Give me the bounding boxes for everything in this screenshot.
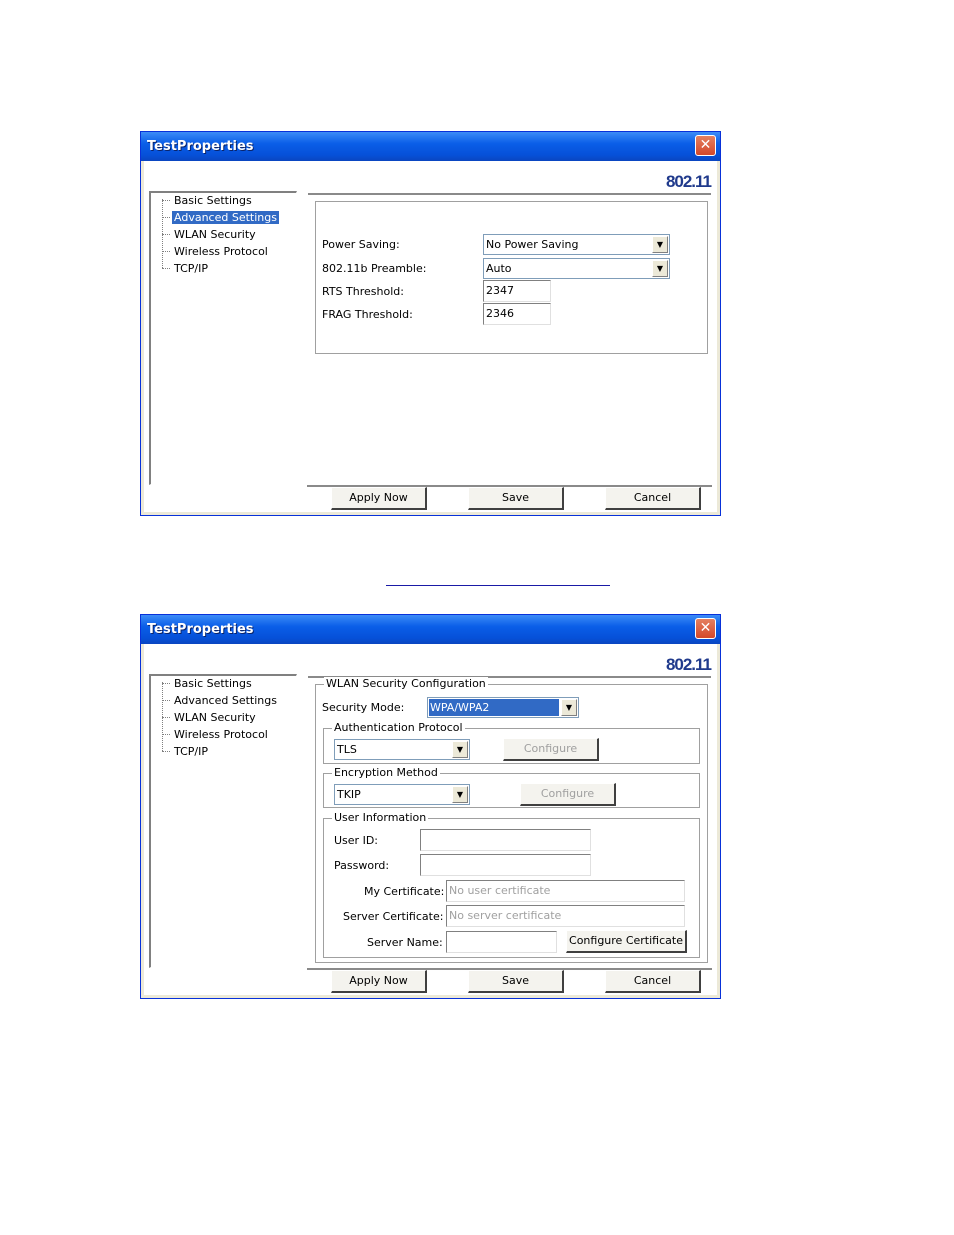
tree-item-wlan-security[interactable]: WLAN Security [162, 227, 258, 242]
window-title: TestProperties [147, 139, 254, 154]
chevron-down-icon[interactable]: ▼ [452, 741, 468, 758]
power-saving-value: No Power Saving [486, 238, 579, 251]
security-mode-value: WPA/WPA2 [429, 699, 559, 716]
rts-threshold-label: RTS Threshold: [322, 285, 404, 298]
user-id-label: User ID: [334, 834, 378, 847]
header-divider [308, 193, 711, 195]
encryption-method-group: Encryption Method TKIP ▼ Configure [323, 766, 700, 808]
chevron-down-icon[interactable]: ▼ [652, 236, 668, 253]
tree-item-label: WLAN Security [174, 228, 256, 241]
preamble-value: Auto [486, 262, 512, 275]
cancel-button[interactable]: Cancel [605, 970, 701, 993]
tree-item-label: Advanced Settings [174, 694, 277, 707]
apply-now-button[interactable]: Apply Now [331, 487, 427, 510]
preamble-label: 802.11b Preamble: [322, 262, 427, 275]
my-certificate-field[interactable]: No user certificate [446, 880, 685, 902]
rts-threshold-input[interactable]: 2347 [483, 280, 551, 302]
my-certificate-placeholder: No user certificate [449, 884, 551, 897]
tree-item-label: Wireless Protocol [174, 245, 268, 258]
save-button[interactable]: Save [468, 970, 564, 993]
close-icon[interactable]: ✕ [695, 618, 716, 639]
settings-tree: Basic Settings Advanced Settings WLAN Se… [149, 191, 297, 485]
advanced-settings-group: Power Saving: No Power Saving ▼ 802.11b … [315, 201, 708, 354]
authentication-protocol-value: TLS [337, 743, 357, 756]
encryption-method-select[interactable]: TKIP ▼ [334, 784, 470, 805]
dialog-client: 802.11 Basic Settings Advanced Settings … [144, 161, 717, 512]
my-certificate-label: My Certificate: [364, 885, 445, 898]
window-title: TestProperties [147, 622, 254, 637]
password-label: Password: [334, 859, 390, 872]
tree-item-wlan-security[interactable]: WLAN Security [162, 710, 258, 725]
tree-item-basic-settings[interactable]: Basic Settings [162, 193, 254, 208]
close-icon[interactable]: ✕ [695, 135, 716, 156]
tree-item-label: Wireless Protocol [174, 728, 268, 741]
server-certificate-placeholder: No server certificate [449, 909, 562, 922]
encryption-method-value: TKIP [337, 788, 361, 801]
security-mode-select[interactable]: WPA/WPA2 ▼ [427, 697, 579, 718]
brand-logo: 802.11 [665, 655, 712, 674]
wlan-security-config-group: WLAN Security Configuration Security Mod… [315, 677, 708, 963]
rts-threshold-value: 2347 [486, 284, 514, 297]
tree-item-label: WLAN Security [174, 711, 256, 724]
tree-item-wireless-protocol[interactable]: Wireless Protocol [162, 727, 270, 742]
auth-configure-button[interactable]: Configure [503, 738, 599, 761]
authentication-protocol-select[interactable]: TLS ▼ [334, 739, 470, 760]
chevron-down-icon[interactable]: ▼ [652, 260, 668, 277]
password-input[interactable] [420, 854, 591, 876]
tree-item-advanced-settings[interactable]: Advanced Settings [162, 210, 279, 225]
frag-threshold-value: 2346 [486, 307, 514, 320]
user-information-group: User Information User ID: Password: My C… [323, 811, 700, 958]
hyperlink-underline[interactable] [386, 585, 610, 586]
enc-configure-button[interactable]: Configure [520, 783, 616, 806]
preamble-select[interactable]: Auto ▼ [483, 258, 670, 279]
power-saving-select[interactable]: No Power Saving ▼ [483, 234, 670, 255]
test-properties-window-advanced: TestProperties ✕ 802.11 Basic Settings A… [140, 131, 721, 516]
server-certificate-field[interactable]: No server certificate [446, 905, 685, 927]
wlan-security-config-legend: WLAN Security Configuration [324, 677, 488, 690]
cancel-button[interactable]: Cancel [605, 487, 701, 510]
chevron-down-icon[interactable]: ▼ [561, 699, 577, 716]
tree-item-advanced-settings[interactable]: Advanced Settings [162, 693, 279, 708]
frag-threshold-label: FRAG Threshold: [322, 308, 413, 321]
encryption-method-legend: Encryption Method [332, 766, 440, 779]
settings-tree: Basic Settings Advanced Settings WLAN Se… [149, 674, 297, 968]
security-mode-label: Security Mode: [322, 701, 405, 714]
save-button[interactable]: Save [468, 487, 564, 510]
server-name-input[interactable] [446, 931, 557, 953]
tree-item-basic-settings[interactable]: Basic Settings [162, 676, 254, 691]
brand-logo: 802.11 [665, 172, 712, 191]
title-bar[interactable]: TestProperties ✕ [141, 615, 720, 644]
power-saving-label: Power Saving: [322, 238, 400, 251]
tree-item-wireless-protocol[interactable]: Wireless Protocol [162, 244, 270, 259]
user-id-input[interactable] [420, 829, 591, 851]
tree-item-label: TCP/IP [174, 745, 208, 758]
tree-item-tcpip[interactable]: TCP/IP [162, 744, 210, 759]
authentication-protocol-legend: Authentication Protocol [332, 721, 465, 734]
authentication-protocol-group: Authentication Protocol TLS ▼ Configure [323, 721, 700, 764]
user-information-legend: User Information [332, 811, 429, 824]
frag-threshold-input[interactable]: 2346 [483, 303, 551, 325]
apply-now-button[interactable]: Apply Now [331, 970, 427, 993]
tree-item-label: Advanced Settings [172, 211, 279, 224]
tree-item-tcpip[interactable]: TCP/IP [162, 261, 210, 276]
tree-item-label: Basic Settings [174, 677, 252, 690]
dialog-client: 802.11 Basic Settings Advanced Settings … [144, 644, 717, 995]
chevron-down-icon[interactable]: ▼ [452, 786, 468, 803]
title-bar[interactable]: TestProperties ✕ [141, 132, 720, 161]
tree-item-label: Basic Settings [174, 194, 252, 207]
server-certificate-label: Server Certificate: [343, 910, 444, 923]
test-properties-window-security: TestProperties ✕ 802.11 Basic Settings A… [140, 614, 721, 999]
configure-certificate-button[interactable]: Configure Certificate [566, 930, 687, 953]
server-name-label: Server Name: [367, 936, 443, 949]
tree-item-label: TCP/IP [174, 262, 208, 275]
